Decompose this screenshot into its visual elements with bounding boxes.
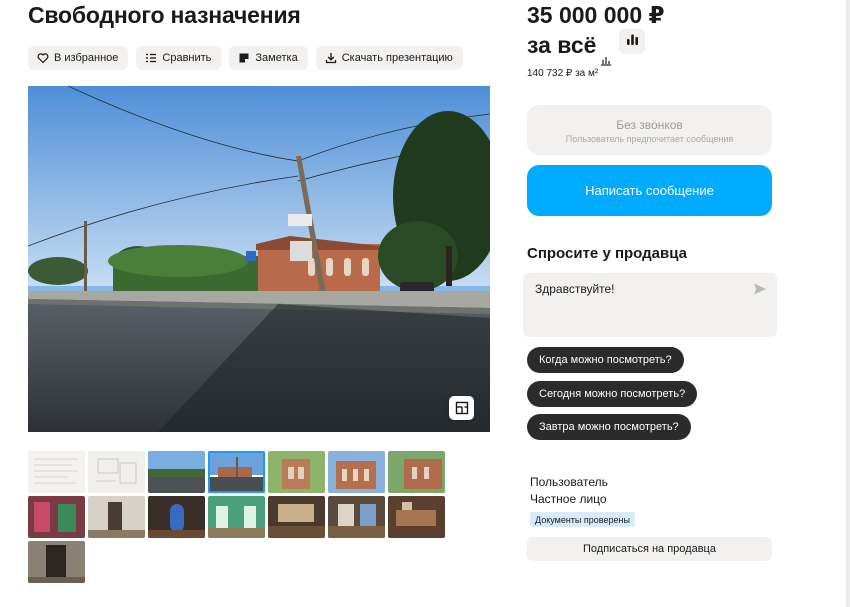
thumbnail[interactable] xyxy=(328,451,385,493)
download-presentation-button[interactable]: Скачать презентацию xyxy=(315,46,463,70)
download-icon xyxy=(325,52,337,64)
no-calls-title: Без звонков xyxy=(616,118,683,132)
no-calls-subtitle: Пользователь предпочитает сообщения xyxy=(565,134,734,144)
thumbnail[interactable] xyxy=(268,451,325,493)
price-history-icon[interactable] xyxy=(600,45,612,66)
compare-icon xyxy=(145,52,157,64)
action-bar: В избранное Сравнить Заметка Скачать пре… xyxy=(28,46,463,70)
thumbnail[interactable] xyxy=(28,541,85,583)
price-amount: 35 000 000 ₽ xyxy=(527,2,665,28)
floor-plan-button[interactable] xyxy=(449,396,474,420)
note-label: Заметка xyxy=(255,52,298,64)
floor-plan-icon xyxy=(455,401,469,415)
thumbnail[interactable] xyxy=(28,496,85,538)
price-per-sqm: 140 732 ₽ за м² xyxy=(527,68,599,79)
favorite-button[interactable]: В избранное xyxy=(28,46,129,70)
message-input-value: Здравствуйте! xyxy=(535,282,615,296)
price-unit-label: за всё xyxy=(527,32,597,58)
thumbnail[interactable] xyxy=(88,451,145,493)
favorite-label: В избранное xyxy=(54,52,119,64)
thumbnail[interactable] xyxy=(328,496,385,538)
bar-chart-icon xyxy=(626,33,639,51)
price-unit: за всё xyxy=(527,32,612,66)
note-button[interactable]: Заметка xyxy=(229,46,308,70)
thumbnail[interactable] xyxy=(388,496,445,538)
thumbnail[interactable] xyxy=(268,496,325,538)
thumbnail[interactable] xyxy=(148,496,205,538)
download-label: Скачать презентацию xyxy=(341,52,453,64)
thumbnail[interactable] xyxy=(88,496,145,538)
subscribe-seller-button[interactable]: Подписаться на продавца xyxy=(527,537,772,561)
thumbnail[interactable] xyxy=(148,451,205,493)
note-icon xyxy=(238,52,250,64)
scrollbar-track[interactable] xyxy=(846,0,850,607)
message-input[interactable]: Здравствуйте! xyxy=(523,273,777,337)
compare-button[interactable]: Сравнить xyxy=(136,46,222,70)
ask-seller-title: Спросите у продавца xyxy=(527,245,687,262)
thumbnail[interactable] xyxy=(388,451,445,493)
seller-name[interactable]: Пользователь xyxy=(530,475,608,489)
price-stats-button[interactable] xyxy=(619,29,645,54)
page-title: Свободного назначения xyxy=(28,2,301,28)
documents-verified-badge: Документы проверены xyxy=(530,512,635,527)
quick-question-tomorrow[interactable]: Завтра можно посмотреть? xyxy=(527,414,691,440)
no-calls-button[interactable]: Без звонков Пользователь предпочитает со… xyxy=(527,105,772,155)
send-icon[interactable] xyxy=(753,282,767,296)
quick-question-when[interactable]: Когда можно посмотреть? xyxy=(527,347,684,373)
thumbnail-selected[interactable] xyxy=(208,451,265,493)
thumbnail[interactable] xyxy=(28,451,85,493)
write-message-button[interactable]: Написать сообщение xyxy=(527,165,772,216)
quick-question-today[interactable]: Сегодня можно посмотреть? xyxy=(527,381,698,407)
compare-label: Сравнить xyxy=(162,52,212,64)
thumbnail[interactable] xyxy=(208,496,265,538)
seller-type: Частное лицо xyxy=(530,492,607,506)
heart-icon xyxy=(37,52,49,64)
thumbnail-strip xyxy=(28,451,448,583)
main-photo[interactable] xyxy=(28,86,490,432)
